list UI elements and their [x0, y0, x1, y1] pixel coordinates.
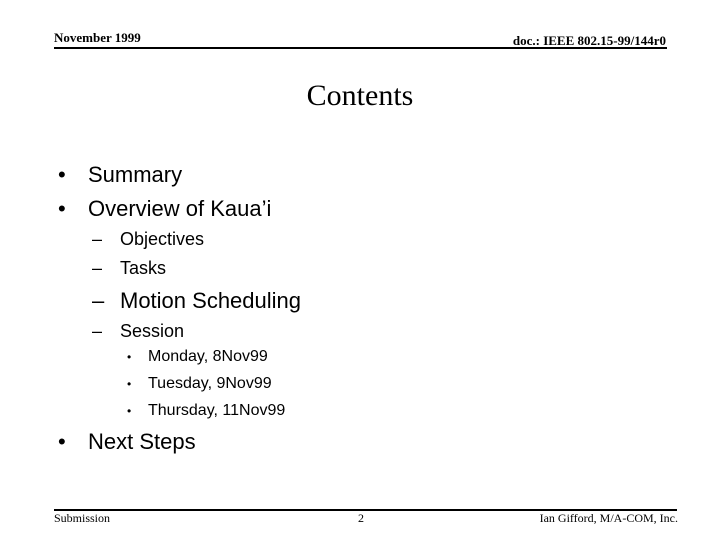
list-item-label: Monday, 8Nov99 — [148, 348, 268, 365]
small-bullet-icon: • — [127, 377, 132, 391]
list-item-label: Motion Scheduling — [120, 288, 302, 313]
list-item-label: Objectives — [120, 229, 205, 249]
list-item-objectives: – Objectives — [92, 229, 204, 250]
list-item-session-day: • Tuesday, 9Nov99 — [127, 375, 272, 393]
list-item-label: Session — [120, 321, 185, 341]
header-divider — [54, 47, 667, 49]
small-bullet-icon: • — [127, 404, 132, 418]
list-item-summary: • Summary — [58, 162, 182, 188]
list-item-session-day: • Thursday, 11Nov99 — [127, 402, 285, 420]
header-date: November 1999 — [54, 30, 141, 45]
list-item-next-steps: • Next Steps — [58, 429, 196, 455]
dash-icon: – — [92, 288, 105, 313]
list-item-session: – Session — [92, 321, 184, 342]
slide-title: Contents — [306, 79, 414, 112]
page-number: 2 — [358, 511, 364, 525]
small-bullet-icon: • — [127, 350, 132, 364]
list-item-label: Tuesday, 9Nov99 — [148, 375, 272, 392]
bullet-icon: • — [58, 162, 66, 187]
dash-icon: – — [92, 229, 103, 249]
dash-icon: – — [92, 258, 103, 278]
list-item-label: Next Steps — [88, 429, 196, 454]
bullet-icon: • — [58, 196, 66, 221]
footer-submission: Submission — [54, 511, 111, 525]
list-item-tasks: – Tasks — [92, 258, 166, 279]
list-item-session-day: • Monday, 8Nov99 — [127, 348, 268, 366]
list-item-label: Summary — [88, 162, 183, 187]
list-item-motion-scheduling: – Motion Scheduling — [92, 288, 301, 314]
bullet-icon: • — [58, 429, 66, 454]
dash-icon: – — [92, 321, 103, 341]
list-item-label: Tasks — [120, 258, 167, 278]
footer-author: Ian Gifford, M/A-COM, Inc. — [539, 511, 678, 525]
list-item-overview: • Overview of Kaua’i — [58, 196, 271, 222]
list-item-label: Thursday, 11Nov99 — [148, 402, 286, 419]
list-item-label: Overview of Kaua’i — [88, 196, 272, 221]
